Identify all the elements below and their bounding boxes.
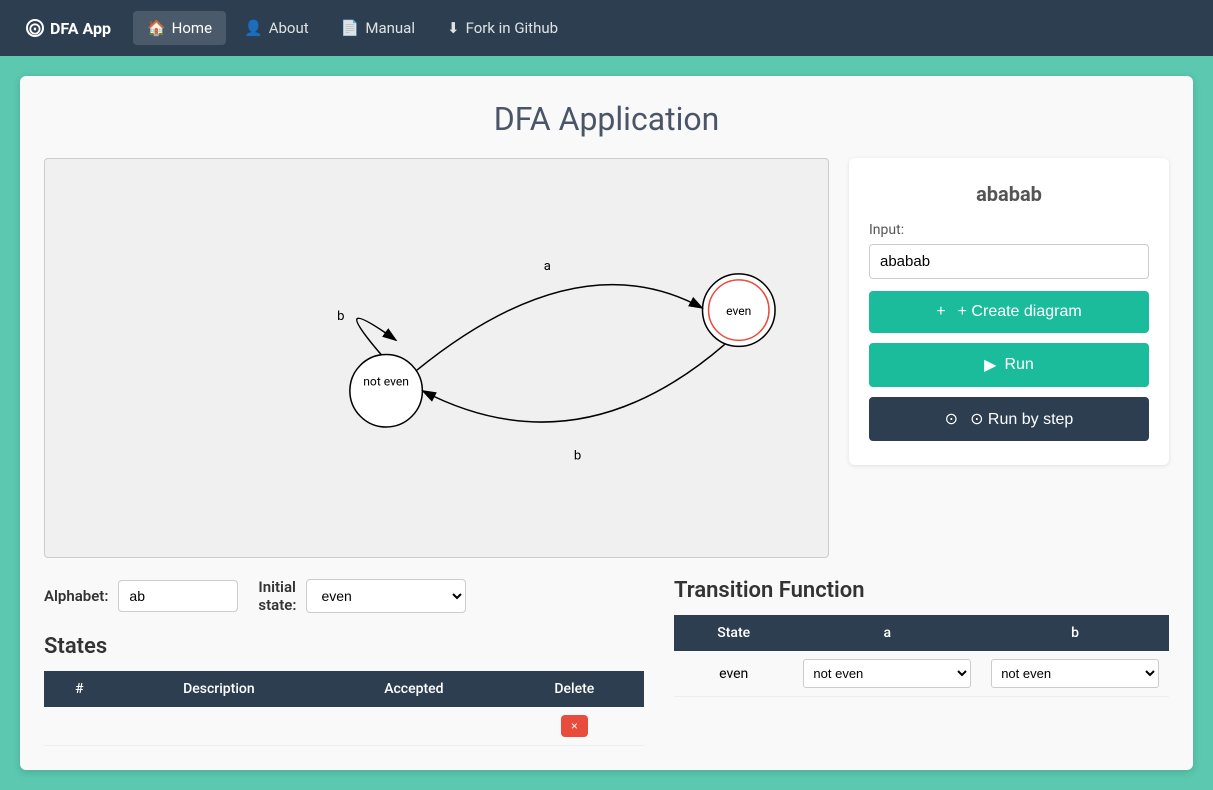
initial-state-select[interactable]: even not even <box>306 579 466 613</box>
svg-text:a: a <box>544 259 551 274</box>
nav-about[interactable]: 👤 About <box>230 11 323 45</box>
download-icon: ⬇ <box>447 19 460 37</box>
brand-icon: ⊙ <box>26 19 44 37</box>
tf-a-cell: not even even <box>793 651 981 697</box>
nav-brand[interactable]: ⊙ DFA App <box>12 11 125 46</box>
tf-state-cell: even <box>674 651 793 697</box>
alphabet-group: Alphabet: <box>44 580 238 612</box>
col-accepted: Accepted <box>323 671 505 707</box>
navbar: ⊙ DFA App 🏠 Home 👤 About 📄 Manual ⬇ Fork… <box>0 0 1213 56</box>
left-controls: Alphabet: Initialstate: even not even St… <box>44 578 644 746</box>
tf-col-b: b <box>981 615 1169 651</box>
nav-home[interactable]: 🏠 Home <box>133 11 226 45</box>
col-description: Description <box>115 671 323 707</box>
table-row: × <box>44 707 644 746</box>
input-label: Input: <box>869 222 1149 238</box>
svg-text:b: b <box>337 309 344 324</box>
dfa-input[interactable] <box>869 244 1149 279</box>
nav-manual[interactable]: 📄 Manual <box>327 11 429 45</box>
run-button[interactable]: ▶ Run <box>869 343 1149 387</box>
play-icon: ▶ <box>984 355 996 375</box>
initial-state-label: Initialstate: <box>258 578 296 614</box>
svg-text:b: b <box>574 448 581 463</box>
tf-body: even not even even not even even <box>674 651 1169 697</box>
col-num: # <box>44 671 115 707</box>
home-icon: 🏠 <box>147 19 166 37</box>
alphabet-label: Alphabet: <box>44 587 108 605</box>
form-row: Alphabet: Initialstate: even not even <box>44 578 644 614</box>
two-col-layout: not even even a b b <box>44 158 1169 558</box>
tf-b-select[interactable]: not even even <box>991 659 1159 688</box>
table-row: even not even even not even even <box>674 651 1169 697</box>
dfa-diagram: not even even a b b <box>45 159 828 557</box>
states-body: × <box>44 707 644 746</box>
user-icon: 👤 <box>244 19 263 37</box>
page-title: DFA Application <box>44 100 1169 138</box>
states-table: # Description Accepted Delete × <box>44 671 644 746</box>
transition-function-section: Transition Function State a b even <box>674 578 1169 697</box>
nav-fork[interactable]: ⬇ Fork in Github <box>433 11 572 45</box>
svg-text:not even: not even <box>363 375 409 389</box>
states-title: States <box>44 634 644 659</box>
tf-header-row: State a b <box>674 615 1169 651</box>
main-wrapper: DFA Application not even even a <box>0 56 1213 790</box>
tf-a-select[interactable]: not even even <box>803 659 971 688</box>
tf-title: Transition Function <box>674 578 1169 603</box>
initial-state-group: Initialstate: even not even <box>258 578 466 614</box>
alphabet-input[interactable] <box>118 580 238 612</box>
brand-label: DFA App <box>50 19 111 38</box>
create-diagram-button[interactable]: + + Create diagram <box>869 291 1149 333</box>
dfa-canvas: not even even a b b <box>44 158 829 558</box>
states-header-row: # Description Accepted Delete <box>44 671 644 707</box>
tf-col-state: State <box>674 615 793 651</box>
tf-table: State a b even not even even <box>674 615 1169 697</box>
right-panel: ababab Input: + + Create diagram ▶ Run ⊙… <box>849 158 1169 465</box>
panel-title: ababab <box>869 182 1149 206</box>
bottom-section: Alphabet: Initialstate: even not even St… <box>44 578 1169 746</box>
create-icon: + <box>936 303 945 321</box>
tf-b-cell: not even even <box>981 651 1169 697</box>
tf-col-a: a <box>793 615 981 651</box>
col-delete: Delete <box>505 671 644 707</box>
delete-button[interactable]: × <box>561 715 588 737</box>
step-icon: ⊙ <box>945 409 958 429</box>
file-icon: 📄 <box>341 19 360 37</box>
content-card: DFA Application not even even a <box>20 76 1193 770</box>
svg-text:even: even <box>726 304 751 318</box>
run-by-step-button[interactable]: ⊙ ⊙ Run by step <box>869 397 1149 441</box>
